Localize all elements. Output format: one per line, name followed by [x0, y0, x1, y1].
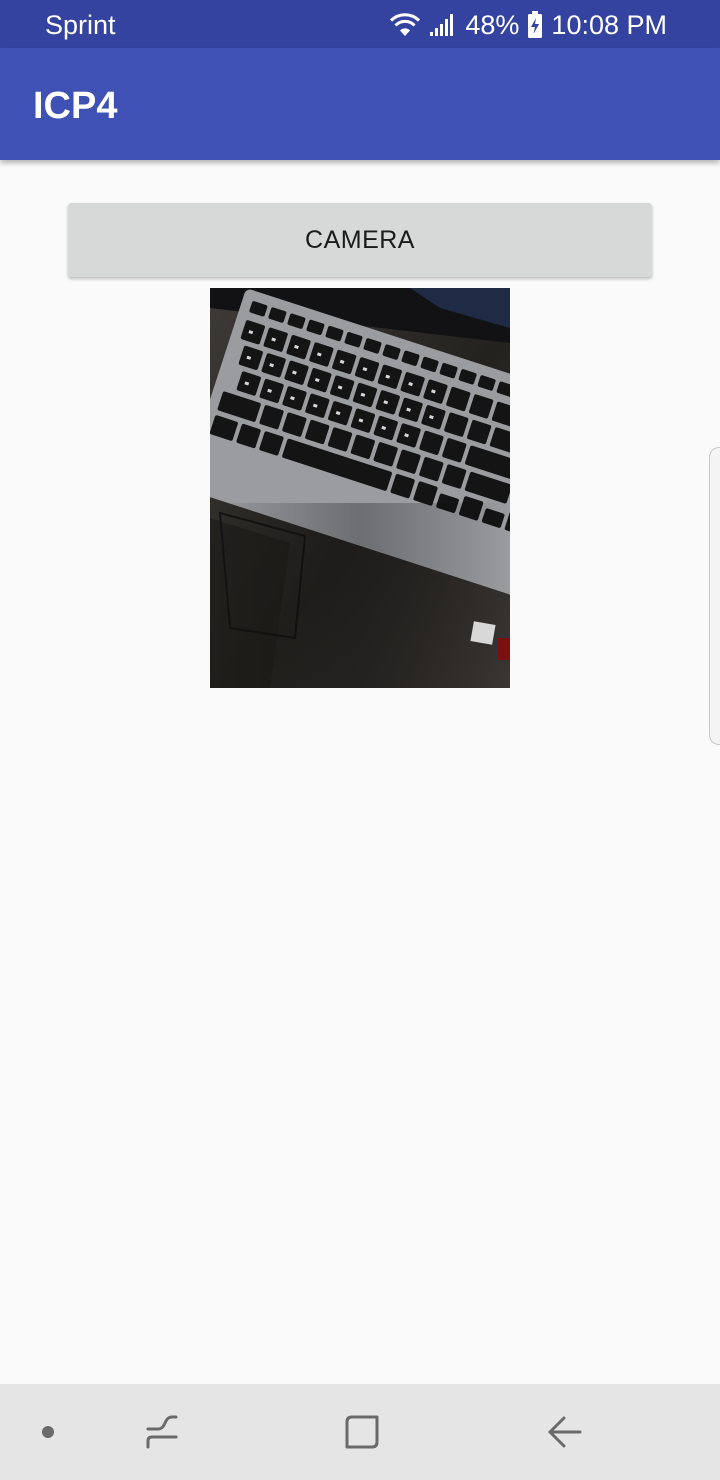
back-icon[interactable]: [524, 1384, 604, 1480]
main-content: CAMERA: [0, 160, 720, 1384]
navigation-bar: [0, 1384, 720, 1480]
home-icon[interactable]: [322, 1384, 402, 1480]
captured-photo: [210, 288, 510, 688]
dot-icon[interactable]: [18, 1384, 78, 1480]
signal-icon: [429, 12, 457, 38]
status-bar: Sprint 48% 10:08 PM: [0, 0, 720, 48]
app-bar: ICP4: [0, 48, 720, 160]
wifi-icon: [389, 12, 421, 38]
recent-apps-icon[interactable]: [122, 1384, 202, 1480]
app-title: ICP4: [33, 85, 118, 127]
battery-charging-icon: [527, 11, 543, 39]
battery-percent: 48%: [465, 9, 520, 40]
carrier-label: Sprint: [45, 10, 116, 40]
edge-panel-handle[interactable]: [709, 447, 720, 745]
status-indicators: 48% 10:08 PM: [389, 8, 667, 42]
camera-button[interactable]: CAMERA: [68, 203, 652, 277]
clock: 10:08 PM: [551, 9, 667, 40]
